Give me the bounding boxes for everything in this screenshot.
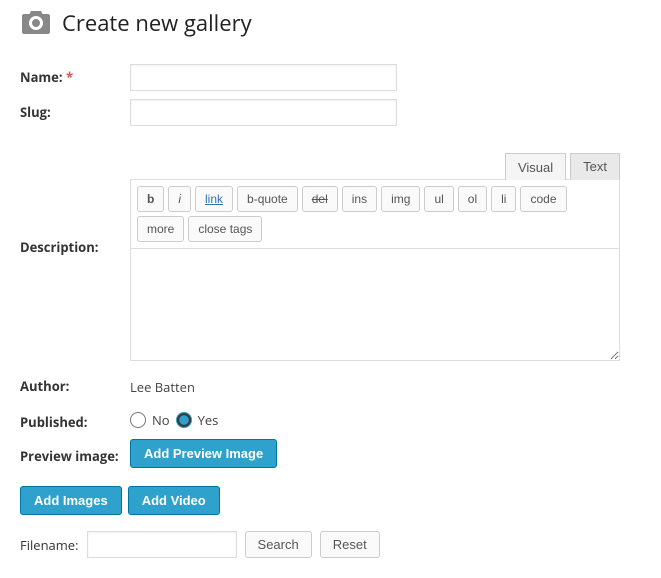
qt-ol-button[interactable]: ol [458, 186, 487, 212]
name-label: Name: * [20, 60, 130, 95]
required-indicator: * [66, 68, 73, 86]
qt-bquote-button[interactable]: b-quote [237, 186, 298, 212]
camera-icon [20, 9, 52, 37]
qt-bold-button[interactable]: b [137, 186, 164, 212]
qt-ul-button[interactable]: ul [424, 186, 453, 212]
add-preview-image-button[interactable]: Add Preview Image [130, 439, 277, 468]
tab-visual[interactable]: Visual [505, 153, 566, 180]
editor-tabs: Visual Text [130, 152, 620, 179]
preview-image-label: Preview image: [20, 435, 130, 472]
qt-more-button[interactable]: more [137, 216, 184, 242]
add-video-button[interactable]: Add Video [128, 486, 220, 515]
filename-label: Filename: [20, 536, 79, 554]
published-yes-label: Yes [198, 409, 219, 431]
description-label: Description: [20, 148, 130, 369]
editor-wrap: Visual Text b i link b-quote del ins img… [130, 152, 620, 365]
slug-label: Slug: [20, 95, 130, 130]
qt-italic-button[interactable]: i [168, 186, 191, 212]
author-value: Lee Batten [130, 378, 195, 396]
description-textarea[interactable] [130, 249, 620, 361]
gallery-form: Name: * Slug: Description: Visual Text b… [20, 60, 641, 472]
action-row: Add Images Add Video [20, 486, 641, 515]
qt-del-button[interactable]: del [302, 186, 338, 212]
name-input[interactable] [130, 64, 397, 91]
published-label: Published: [20, 405, 130, 435]
qt-li-button[interactable]: li [491, 186, 516, 212]
published-no-label: No [152, 409, 170, 431]
author-label: Author: [20, 369, 130, 405]
published-yes-radio[interactable] [176, 412, 192, 428]
add-images-button[interactable]: Add Images [20, 486, 122, 515]
published-no-radio[interactable] [130, 412, 146, 428]
quicktags-toolbar: b i link b-quote del ins img ul ol li co… [130, 179, 620, 249]
search-button[interactable]: Search [245, 531, 312, 558]
filename-search-row: Filename: Search Reset [20, 531, 641, 558]
slug-input[interactable] [130, 99, 397, 126]
page-header: Create new gallery [20, 8, 641, 38]
qt-ins-button[interactable]: ins [342, 186, 377, 212]
qt-img-button[interactable]: img [381, 186, 420, 212]
qt-closetags-button[interactable]: close tags [188, 216, 262, 242]
filename-input[interactable] [87, 531, 237, 558]
tab-text[interactable]: Text [570, 153, 620, 180]
qt-link-button[interactable]: link [195, 186, 233, 212]
reset-button[interactable]: Reset [320, 531, 380, 558]
qt-code-button[interactable]: code [520, 186, 566, 212]
page-title: Create new gallery [62, 8, 252, 38]
